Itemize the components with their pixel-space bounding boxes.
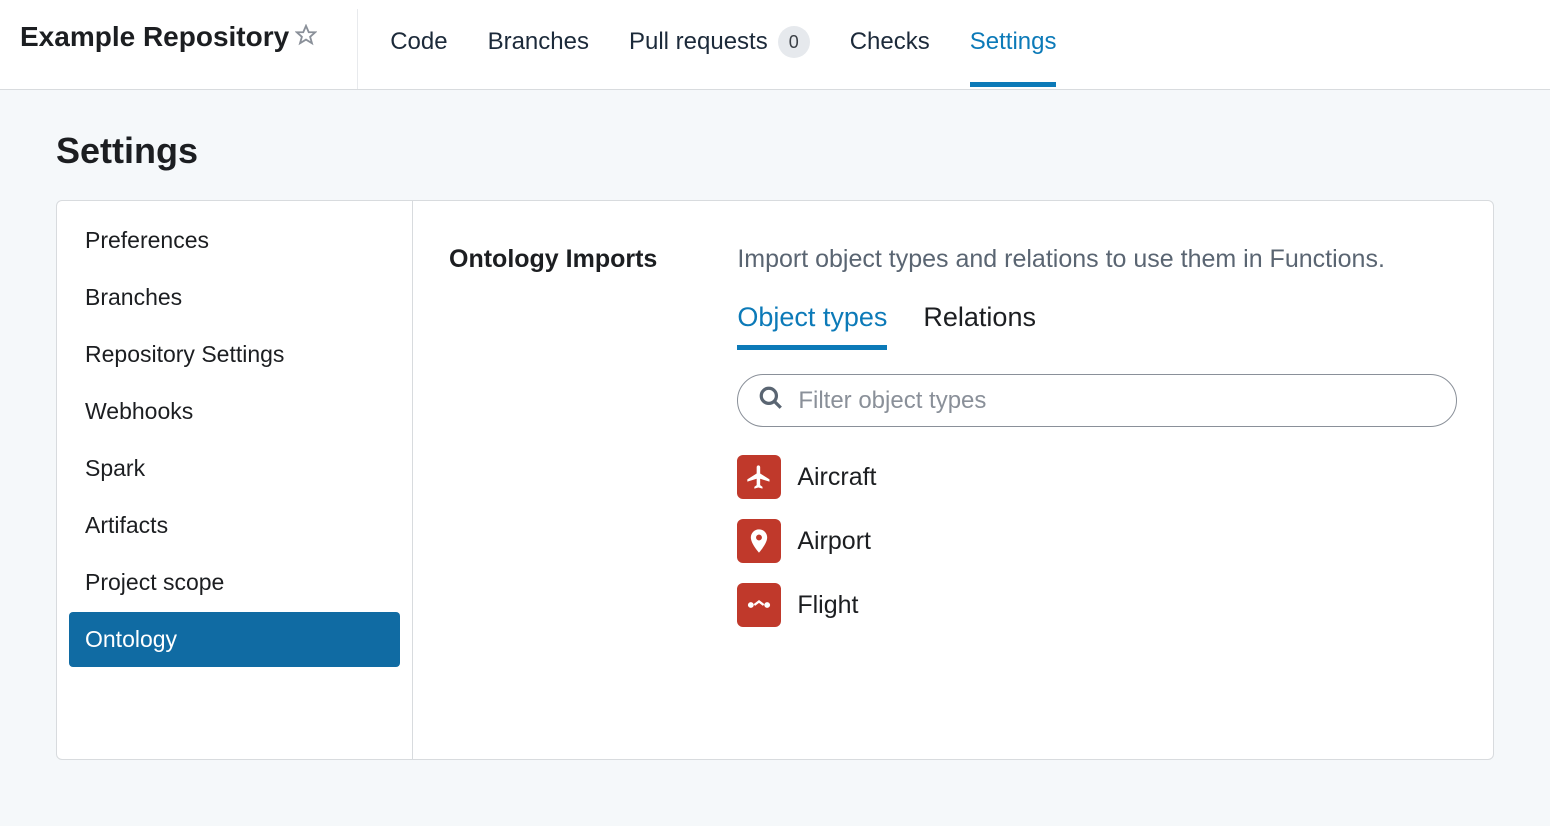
sidebar-item-label: Preferences [85,227,209,253]
search-icon [758,385,784,416]
airplane-icon [737,455,781,499]
sidebar-item-webhooks[interactable]: Webhooks [69,384,400,439]
sidebar-item-label: Ontology [85,626,177,652]
search-box[interactable] [737,374,1457,427]
search-input[interactable] [798,387,1436,415]
object-label: Aircraft [797,463,876,492]
sidebar-item-project-scope[interactable]: Project scope [69,555,400,610]
sidebar-item-branches[interactable]: Branches [69,270,400,325]
object-list: Aircraft Airport [737,447,1457,627]
object-label: Airport [797,527,871,556]
sidebar-item-preferences[interactable]: Preferences [69,213,400,268]
sidebar-item-ontology[interactable]: Ontology [69,612,400,667]
sidebar-item-artifacts[interactable]: Artifacts [69,498,400,553]
tab-label: Settings [970,28,1057,56]
tab-label: Checks [850,28,930,56]
object-item-aircraft[interactable]: Aircraft [737,455,1457,499]
settings-sidebar: Preferences Branches Repository Settings… [57,201,413,759]
sidebar-item-label: Repository Settings [85,341,284,367]
sub-tab-label: Relations [923,302,1036,332]
badge-count: 0 [778,26,810,58]
tab-relations[interactable]: Relations [923,302,1036,350]
tab-code[interactable]: Code [390,2,447,87]
ontology-tabs: Object types Relations [737,302,1457,350]
repo-title: Example Repository [20,21,289,53]
sidebar-item-label: Spark [85,455,145,481]
object-item-flight[interactable]: Flight [737,583,1457,627]
header: Example Repository Code Branches Pull re… [0,0,1550,90]
tab-label: Code [390,28,447,56]
section-title: Ontology Imports [449,245,657,274]
tab-label: Branches [488,28,589,56]
nav-tabs: Code Branches Pull requests 0 Checks Set… [358,0,1056,89]
tab-object-types[interactable]: Object types [737,302,887,350]
repo-title-area: Example Repository [20,9,358,89]
sidebar-item-label: Branches [85,284,182,310]
section-content: Import object types and relations to use… [737,245,1457,715]
tab-pull-requests[interactable]: Pull requests 0 [629,0,810,89]
sidebar-item-repository-settings[interactable]: Repository Settings [69,327,400,382]
content: Settings Preferences Branches Repository… [0,90,1550,800]
tab-label: Pull requests [629,28,768,56]
tab-branches[interactable]: Branches [488,2,589,87]
section-title-col: Ontology Imports [449,245,657,715]
page-title: Settings [56,130,1494,172]
settings-main: Ontology Imports Import object types and… [413,201,1493,759]
sidebar-item-label: Artifacts [85,512,168,538]
pin-icon [737,519,781,563]
sub-tab-label: Object types [737,302,887,332]
flight-icon [737,583,781,627]
sidebar-item-label: Project scope [85,569,224,595]
sidebar-item-spark[interactable]: Spark [69,441,400,496]
object-item-airport[interactable]: Airport [737,519,1457,563]
tab-settings[interactable]: Settings [970,2,1057,87]
tab-checks[interactable]: Checks [850,2,930,87]
object-label: Flight [797,591,858,620]
star-icon[interactable] [295,24,317,51]
section-description: Import object types and relations to use… [737,245,1457,274]
settings-panel: Preferences Branches Repository Settings… [56,200,1494,760]
sidebar-item-label: Webhooks [85,398,193,424]
